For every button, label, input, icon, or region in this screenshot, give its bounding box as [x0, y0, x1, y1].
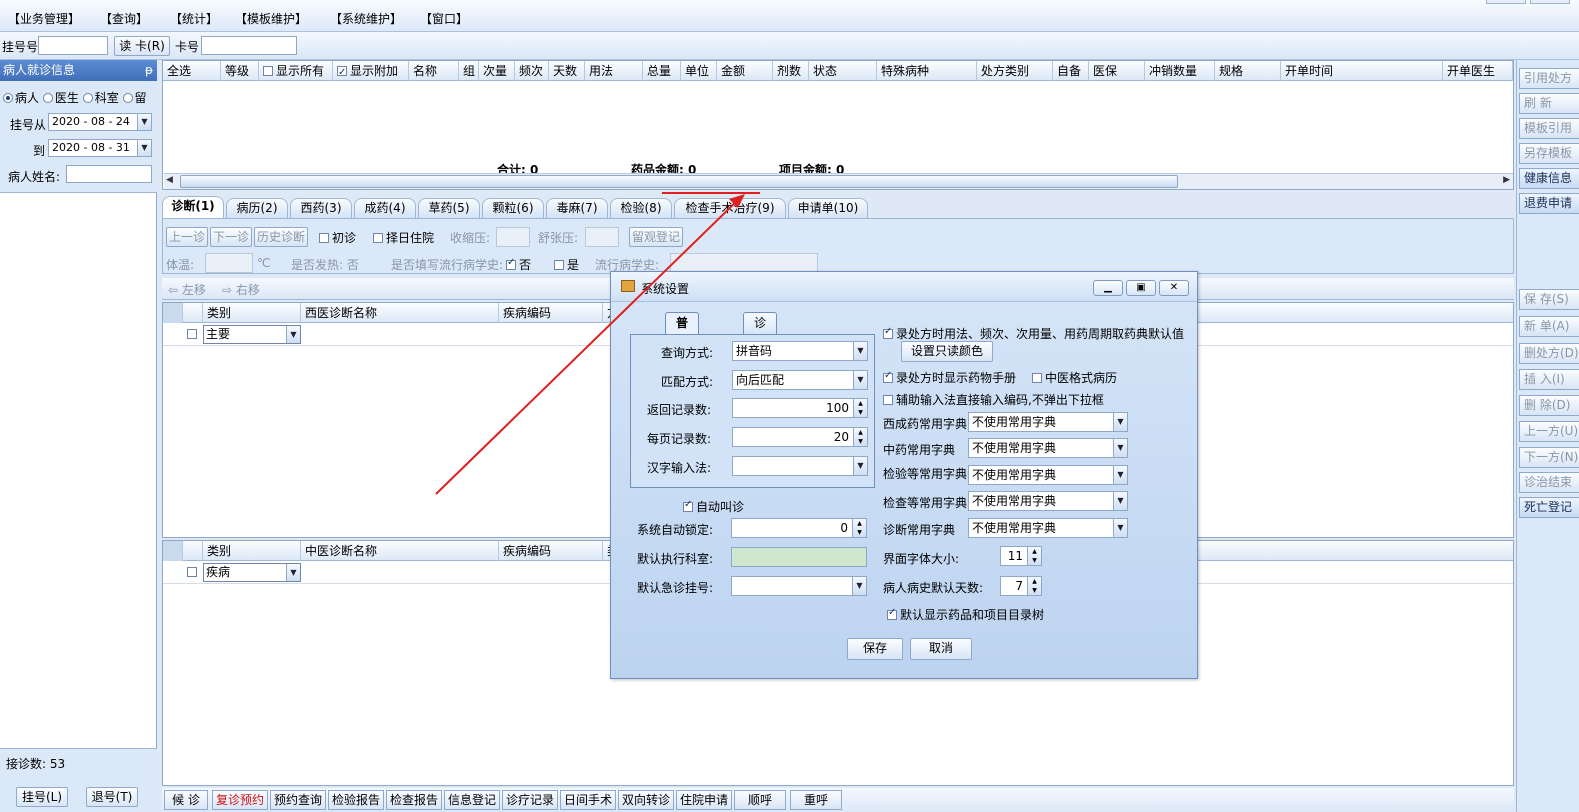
annotation-arrow-line [435, 199, 739, 495]
annotation-overlay [435, 192, 760, 495]
